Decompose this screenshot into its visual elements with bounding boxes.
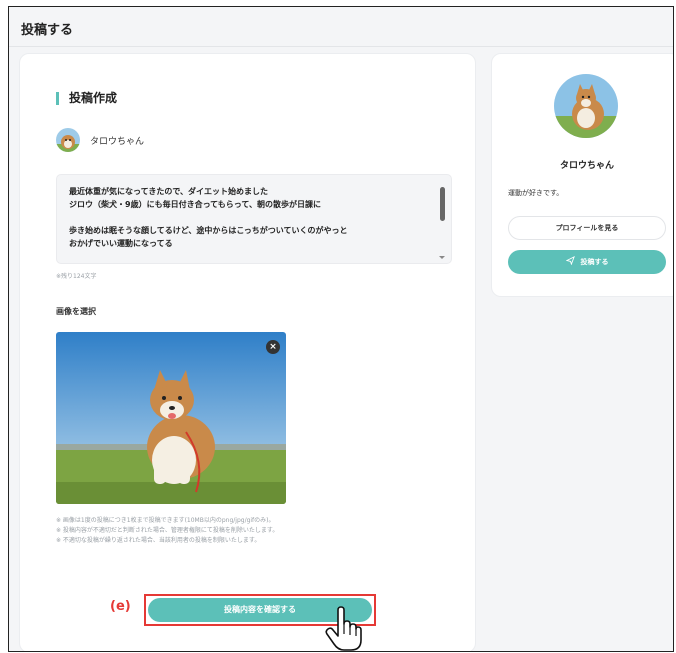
page-header: 投稿する bbox=[9, 7, 673, 47]
post-text-area[interactable]: 最近体重が気になってきたので、ダイエット始めました ジロウ（柴犬・9歳）にも毎日… bbox=[56, 174, 452, 264]
paper-plane-icon bbox=[565, 250, 575, 274]
text-line: 最近体重が気になってきたので、ダイエット始めました bbox=[69, 187, 268, 196]
page-title: 投稿する bbox=[21, 23, 74, 38]
note-line: ※ 不適切な投稿が繰り返された場合、当該利用者の投稿を制限いたします。 bbox=[56, 537, 261, 544]
char-count: ※残り124文字 bbox=[56, 273, 97, 280]
text-line: おかげでいい運動になってる bbox=[69, 239, 173, 248]
selected-image: × bbox=[56, 332, 286, 504]
avatar bbox=[56, 128, 80, 152]
text-line: ジロウ（柴犬・9歳）にも毎日付き合ってもらって、朝の散歩が日課に bbox=[69, 200, 321, 209]
profile-avatar bbox=[554, 74, 618, 138]
app-frame: 投稿する 投稿作成 タロウちゃん 最近体重が気になってきたので、ダイエット始めま… bbox=[8, 6, 674, 652]
hand-pointer-icon bbox=[324, 606, 362, 651]
note-line: ※ 画像は1度の投稿につき1枚まで投稿できます(10MB以内のpng/jpg/g… bbox=[56, 517, 275, 524]
text-line: 歩き始めは眠そうな顔してるけど、途中からはこっちがついていくのがやっと bbox=[69, 226, 348, 235]
scroll-down-icon[interactable] bbox=[439, 256, 445, 259]
textarea-scrollbar[interactable] bbox=[440, 187, 445, 221]
profile-card: タロウちゃん 運動が好きです。 プロフィールを見る 投稿する bbox=[491, 53, 673, 297]
profile-name: タロウちゃん bbox=[559, 161, 614, 171]
callout-label: (e) bbox=[110, 599, 131, 614]
view-profile-button[interactable]: プロフィールを見る bbox=[508, 216, 666, 240]
user-name: タロウちゃん bbox=[90, 136, 145, 147]
compose-card: 投稿作成 タロウちゃん 最近体重が気になってきたので、ダイエット始めました ジロ… bbox=[19, 53, 476, 651]
profile-bio: 運動が好きです。 bbox=[508, 189, 564, 197]
note-line: ※ 投稿内容が不適切だと判断された場合、管理者権限にて投稿を削除いたします。 bbox=[56, 527, 279, 534]
section-title: 投稿作成 bbox=[56, 92, 117, 105]
upload-notes: ※ 画像は1度の投稿につき1枚まで投稿できます(10MB以内のpng/jpg/g… bbox=[56, 516, 278, 546]
close-icon[interactable]: × bbox=[266, 340, 280, 354]
image-select-label: 画像を選択 bbox=[56, 307, 96, 316]
post-button[interactable]: 投稿する bbox=[508, 250, 666, 274]
compose-user: タロウちゃん bbox=[56, 128, 144, 152]
post-button-label: 投稿する bbox=[580, 258, 609, 266]
